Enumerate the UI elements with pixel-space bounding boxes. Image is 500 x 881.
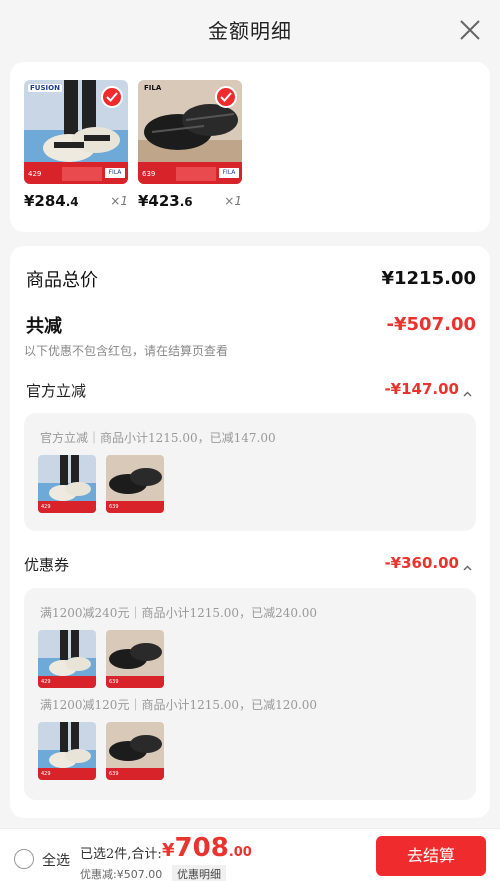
total-price: ¥708.00 — [162, 833, 252, 863]
brand-tag: FUSION — [28, 84, 62, 92]
selected-check-icon[interactable] — [101, 86, 123, 108]
discount-detail-link[interactable]: 优惠明细 — [172, 865, 226, 881]
product-thumb: 639 — [106, 722, 164, 780]
coupon-label: 优惠券 — [24, 556, 70, 574]
reduce-amount: -¥507.00 — [386, 314, 476, 335]
select-all-label[interactable]: 全选 — [42, 850, 70, 870]
product-price: ¥423.6 — [138, 192, 193, 210]
coupon-box: 满1200减240元｜商品小计1215.00，已减240.00 429 639 … — [24, 588, 476, 800]
product-item[interactable]: FILA 639 FILA ¥423.6 ×1 — [138, 80, 242, 210]
product-thumb: 429 — [38, 455, 96, 513]
chevron-up-icon — [463, 559, 472, 571]
coupon-amount: -¥360.00 — [384, 554, 459, 572]
brand-tag: FILA — [144, 84, 162, 92]
selected-check-icon[interactable] — [215, 86, 237, 108]
checkout-button[interactable]: 去结算 — [376, 836, 486, 876]
discount-note: 以下优惠不包含红包，请在结算页查看 — [24, 344, 229, 358]
discount-total: 优惠减:¥507.00 — [80, 868, 163, 881]
coupon-line: 满1200减240元｜商品小计1215.00，已减240.00 — [40, 606, 318, 620]
official-reduction-toggle[interactable]: -¥147.00 — [384, 380, 472, 398]
promo-band: 639 FILA — [138, 162, 242, 184]
official-reduction-box: 官方立减｜商品小计1215.00，已减147.00 429 639 — [24, 413, 476, 531]
breakdown-card: 商品总价 ¥1215.00 共减 -¥507.00 以下优惠不包含红包，请在结算… — [10, 246, 490, 818]
header: 金额明细 — [0, 0, 500, 62]
official-reduction-label: 官方立减 — [26, 382, 87, 400]
checkout-bar: 全选 已选2件,合计: ¥708.00 优惠减:¥507.00 优惠明细 去结算 — [0, 828, 500, 881]
product-thumb: 639 — [106, 630, 164, 688]
product-qty: ×1 — [224, 194, 242, 208]
product-image[interactable]: FILA 639 FILA — [138, 80, 242, 184]
product-thumb: 429 — [38, 722, 96, 780]
official-reduction-amount: -¥147.00 — [384, 380, 459, 398]
products-card: FUSION 429 FILA ¥284.4 ×1 FILA 639 FILA … — [10, 62, 490, 232]
selected-summary: 已选2件,合计: — [80, 847, 162, 862]
product-qty: ×1 — [110, 194, 128, 208]
reduce-label: 共减 — [26, 316, 62, 337]
close-icon[interactable] — [458, 18, 482, 42]
product-thumb: 639 — [106, 455, 164, 513]
product-thumb: 429 — [38, 630, 96, 688]
product-item[interactable]: FUSION 429 FILA ¥284.4 ×1 — [24, 80, 128, 210]
product-price: ¥284.4 — [24, 192, 79, 210]
official-reduction-line: 官方立减｜商品小计1215.00，已减147.00 — [40, 431, 276, 445]
chevron-up-icon — [463, 385, 472, 397]
promo-band: 429 FILA — [24, 162, 128, 184]
total-label: 商品总价 — [26, 270, 98, 291]
coupon-line: 满1200减120元｜商品小计1215.00，已减120.00 — [40, 698, 318, 712]
select-all-radio[interactable] — [14, 849, 34, 869]
product-image[interactable]: FUSION 429 FILA — [24, 80, 128, 184]
coupon-toggle[interactable]: -¥360.00 — [384, 554, 472, 572]
page-title: 金额明细 — [208, 19, 292, 43]
total-amount: ¥1215.00 — [381, 268, 476, 289]
